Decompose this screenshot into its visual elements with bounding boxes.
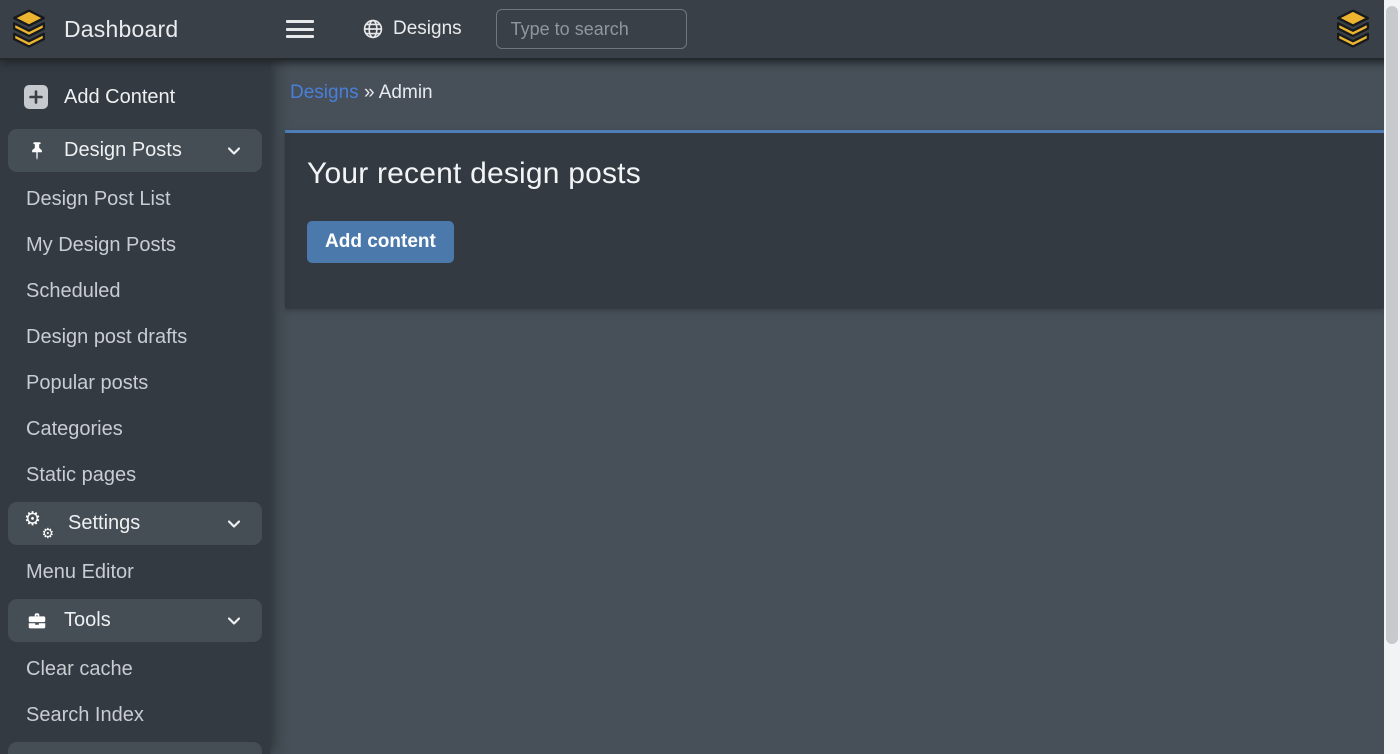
sidebar-item-search-index[interactable]: Search Index (0, 692, 270, 738)
sidebar-item-label: My Design Posts (26, 234, 176, 257)
layers-logo-icon[interactable] (1332, 8, 1374, 50)
vertical-scrollbar[interactable] (1384, 0, 1400, 754)
sidebar-group-label: Design Posts (64, 139, 182, 162)
nav-link-designs[interactable]: Designs (362, 18, 462, 40)
gears-icon: ⚙ ⚙ (26, 512, 52, 536)
main-content: Designs » Admin Your recent design posts… (270, 60, 1400, 754)
scrollbar-thumb[interactable] (1386, 6, 1398, 644)
sidebar-group-label: Tools (64, 609, 111, 632)
sidebar-item-label: Add Content (64, 86, 175, 109)
search (496, 9, 687, 49)
breadcrumb-link-designs[interactable]: Designs (290, 82, 359, 103)
sidebar-item-label: Design post drafts (26, 326, 187, 349)
chevron-down-icon (224, 141, 244, 161)
sidebar-item-label: Static pages (26, 464, 136, 487)
chevron-down-icon (224, 514, 244, 534)
sidebar-item-popular-posts[interactable]: Popular posts (0, 360, 270, 406)
briefcase-icon (26, 610, 48, 632)
sidebar-group-tools[interactable]: Tools (8, 599, 262, 642)
sidebar-item-label: Design Post List (26, 188, 171, 211)
sidebar-item-static-pages[interactable]: Static pages (0, 452, 270, 498)
sidebar-group-settings[interactable]: ⚙ ⚙ Settings (8, 502, 262, 545)
sidebar-item-categories[interactable]: Categories (0, 406, 270, 452)
breadcrumb: Designs » Admin (285, 60, 1384, 130)
brand-title: Dashboard (64, 16, 178, 43)
app-window: Dashboard Designs (0, 0, 1400, 754)
pushpin-icon (26, 140, 48, 162)
globe-icon (362, 18, 384, 40)
sidebar: Add Content Design Posts Design Post Li (0, 60, 270, 754)
layers-logo-icon (8, 8, 50, 50)
sidebar-item-label: Menu Editor (26, 561, 134, 584)
sidebar-item-menu-editor[interactable]: Menu Editor (0, 549, 270, 595)
sidebar-item-add-content[interactable]: Add Content (0, 69, 270, 125)
body: Add Content Design Posts Design Post Li (0, 60, 1400, 754)
breadcrumb-current: Admin (379, 82, 433, 103)
sidebar-item-design-post-list[interactable]: Design Post List (0, 176, 270, 222)
panel-title: Your recent design posts (307, 157, 1362, 191)
hamburger-menu-icon[interactable] (286, 18, 314, 40)
sidebar-item-clear-cache[interactable]: Clear cache (0, 646, 270, 692)
add-content-button[interactable]: Add content (307, 221, 454, 263)
plus-square-icon (24, 85, 48, 109)
chevron-down-icon (224, 611, 244, 631)
sidebar-item-label: Categories (26, 418, 123, 441)
sidebar-item-scheduled[interactable]: Scheduled (0, 268, 270, 314)
brand[interactable]: Dashboard (0, 8, 270, 50)
sidebar-item-label: Search Index (26, 704, 144, 727)
sidebar-group-user[interactable]: User (8, 742, 262, 754)
top-bar: Dashboard Designs (0, 0, 1400, 60)
sidebar-group-design-posts[interactable]: Design Posts (8, 129, 262, 172)
sidebar-item-my-design-posts[interactable]: My Design Posts (0, 222, 270, 268)
nav-link-label: Designs (393, 18, 462, 40)
sidebar-group-label: Settings (68, 512, 140, 535)
sidebar-item-label: Popular posts (26, 372, 148, 395)
breadcrumb-separator: » (364, 82, 375, 103)
sidebar-item-label: Scheduled (26, 280, 121, 303)
sidebar-item-design-post-drafts[interactable]: Design post drafts (0, 314, 270, 360)
search-input[interactable] (496, 9, 687, 49)
recent-posts-panel: Your recent design posts Add content (285, 130, 1384, 309)
sidebar-item-label: Clear cache (26, 658, 133, 681)
